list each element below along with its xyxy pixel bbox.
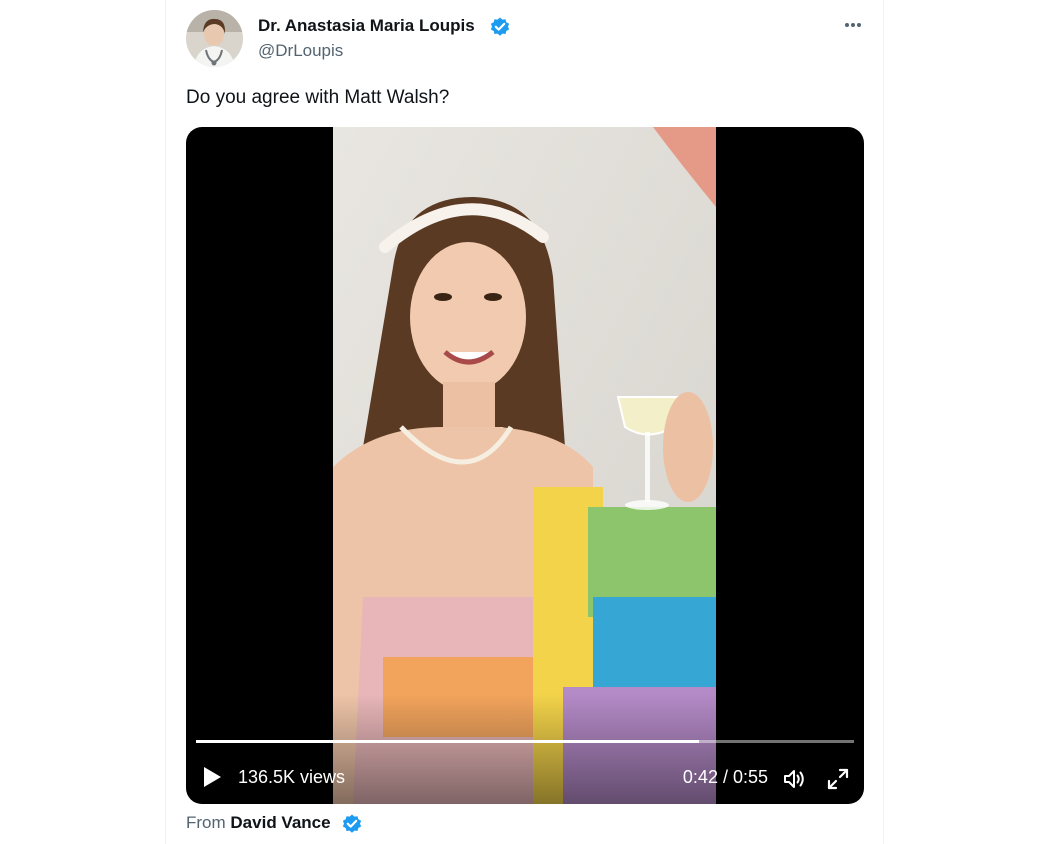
- volume-button[interactable]: [782, 767, 806, 791]
- fullscreen-icon: [827, 768, 849, 790]
- fullscreen-button[interactable]: [826, 767, 850, 791]
- video-source-line: From David Vance: [186, 813, 331, 833]
- tweet-page: Dr. Anastasia Maria Loupis @DrLoupis Do …: [0, 0, 1050, 844]
- view-count: 136.5K views: [238, 767, 346, 787]
- author-display-name-text: Dr. Anastasia Maria Loupis: [258, 16, 475, 35]
- verified-badge-icon: [490, 17, 510, 36]
- author-avatar[interactable]: [186, 10, 243, 67]
- author-handle[interactable]: @DrLoupis: [258, 41, 343, 61]
- play-button[interactable]: [200, 765, 224, 789]
- video-progress-bar[interactable]: [196, 740, 854, 743]
- author-display-name[interactable]: Dr. Anastasia Maria Loupis: [258, 16, 475, 36]
- source-verified-badge-icon: [342, 814, 362, 833]
- more-options-button[interactable]: [840, 12, 866, 38]
- from-prefix: From: [186, 813, 226, 832]
- avatar-photo: [186, 10, 243, 67]
- tweet-text: Do you agree with Matt Walsh?: [186, 87, 450, 108]
- volume-icon: [784, 770, 804, 788]
- more-horizontal-icon: [845, 23, 861, 27]
- video-progress-fill: [196, 740, 699, 743]
- author-handle-text: @DrLoupis: [258, 41, 344, 60]
- video-time: 0:42 / 0:55: [682, 767, 768, 787]
- video-player[interactable]: 136.5K views 0:42 / 0:55: [186, 127, 864, 804]
- play-icon: [204, 767, 221, 787]
- source-author-link[interactable]: David Vance: [230, 813, 330, 832]
